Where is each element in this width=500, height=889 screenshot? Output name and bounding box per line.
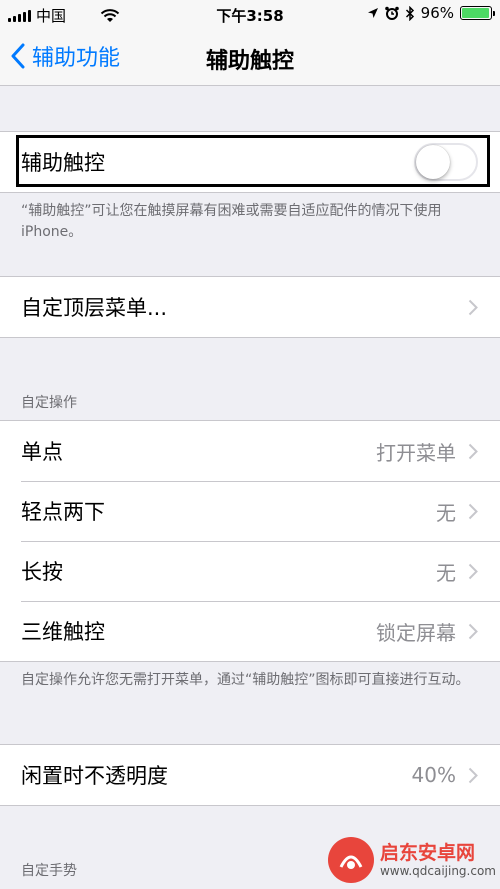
bluetooth-icon bbox=[405, 5, 414, 21]
action-label: 轻点两下 bbox=[21, 500, 105, 524]
toggle-knob bbox=[416, 145, 450, 179]
battery-fill bbox=[462, 8, 489, 18]
chevron-right-icon bbox=[468, 299, 478, 315]
action-value: 无 bbox=[436, 560, 456, 585]
assistive-touch-group: 辅助触控 bbox=[0, 131, 500, 193]
battery-percent: 96% bbox=[420, 4, 454, 22]
chevron-right-icon bbox=[468, 767, 478, 783]
custom-gestures-header: 自定手势 bbox=[21, 863, 77, 879]
watermark-text: 启东安卓网 www.qdcaijing.com bbox=[380, 842, 496, 878]
alarm-icon bbox=[384, 6, 399, 20]
chevron-right-icon bbox=[468, 563, 478, 579]
customize-menu-label: 自定顶层菜单... bbox=[21, 296, 168, 320]
chevron-right-icon bbox=[468, 623, 478, 639]
action-row-single-tap[interactable]: 单点 打开菜单 bbox=[0, 421, 500, 481]
watermark-title: 启东安卓网 bbox=[379, 842, 475, 864]
action-label: 三维触控 bbox=[21, 620, 105, 644]
action-value: 锁定屏幕 bbox=[376, 620, 456, 645]
page-title: 辅助触控 bbox=[205, 49, 294, 74]
status-bar: 中国 下午3:58 96% bbox=[0, 0, 500, 30]
location-icon bbox=[367, 8, 378, 18]
status-right: 96% bbox=[367, 4, 495, 22]
custom-actions-header: 自定操作 bbox=[21, 395, 77, 411]
customize-menu-row[interactable]: 自定顶层菜单... bbox=[0, 277, 500, 337]
assistive-touch-label: 辅助触控 bbox=[21, 151, 105, 175]
action-row-long-press[interactable]: 长按 无 bbox=[0, 541, 500, 601]
assistive-touch-description: “辅助触控”可让您在触摸屏幕有困难或需要自适应配件的情况下使用 iPhone。 bbox=[21, 203, 442, 240]
assistive-touch-toggle[interactable] bbox=[414, 143, 478, 181]
custom-actions-group: 单点 打开菜单 轻点两下 无 长按 无 三维触控 锁定屏幕 bbox=[0, 420, 500, 662]
custom-actions-footer: 自定操作允许您无需打开菜单，通过“辅助触控”图标即可直接进行互动。 bbox=[21, 672, 470, 688]
action-row-3d-touch[interactable]: 三维触控 锁定屏幕 bbox=[0, 601, 500, 661]
watermark: 启东安卓网 www.qdcaijing.com bbox=[327, 837, 496, 883]
navigation-bar: 辅助功能 辅助触控 bbox=[0, 30, 500, 86]
action-label: 单点 bbox=[21, 440, 63, 464]
idle-opacity-value: 40% bbox=[411, 763, 456, 787]
assistive-touch-row: 辅助触控 bbox=[0, 132, 500, 192]
battery-icon bbox=[460, 6, 495, 20]
action-value: 打开菜单 bbox=[376, 440, 456, 465]
idle-opacity-group: 闲置时不透明度 40% bbox=[0, 744, 500, 806]
action-label: 长按 bbox=[21, 560, 63, 584]
watermark-url: www.qdcaijing.com bbox=[379, 864, 496, 878]
chevron-right-icon bbox=[468, 503, 478, 519]
action-value: 无 bbox=[436, 500, 456, 525]
action-row-double-tap[interactable]: 轻点两下 无 bbox=[0, 481, 500, 541]
chevron-right-icon bbox=[468, 443, 478, 459]
customize-menu-group: 自定顶层菜单... bbox=[0, 276, 500, 338]
idle-opacity-label: 闲置时不透明度 bbox=[21, 764, 168, 788]
idle-opacity-row[interactable]: 闲置时不透明度 40% bbox=[0, 745, 500, 805]
watermark-logo-icon bbox=[327, 837, 374, 883]
